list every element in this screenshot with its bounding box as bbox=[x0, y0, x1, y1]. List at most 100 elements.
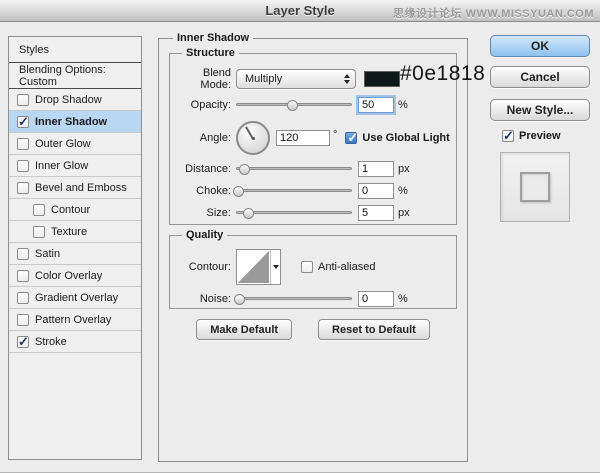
sidebar-item-satin[interactable]: Satin bbox=[9, 243, 141, 265]
blend-mode-label: Blend Mode: bbox=[200, 67, 231, 91]
contour-thumbnail-icon bbox=[238, 251, 270, 283]
noise-input[interactable] bbox=[358, 291, 394, 307]
opacity-row: Opacity: % bbox=[170, 92, 456, 118]
shadow-color-swatch[interactable] bbox=[364, 71, 400, 87]
cancel-button[interactable]: Cancel bbox=[490, 66, 590, 88]
noise-row: Noise: % bbox=[170, 288, 456, 310]
color-overlay-checkbox[interactable] bbox=[17, 269, 29, 282]
sidebar-item-inner-shadow[interactable]: Inner Shadow bbox=[9, 111, 141, 133]
anti-aliased-checkbox[interactable] bbox=[301, 261, 313, 273]
contour-picker[interactable] bbox=[236, 249, 281, 285]
sidebar-item-label: Color Overlay bbox=[35, 269, 103, 282]
outer-glow-checkbox[interactable] bbox=[17, 137, 29, 150]
size-row: Size: px bbox=[170, 202, 456, 224]
contour-checkbox[interactable] bbox=[33, 203, 45, 216]
sidebar-item-label: Pattern Overlay bbox=[35, 313, 112, 326]
choke-label: Choke: bbox=[196, 185, 231, 197]
stepper-arrows-icon bbox=[344, 74, 350, 84]
dialog-body: Styles Blending Options: Custom Drop Sha… bbox=[0, 22, 600, 472]
pattern-overlay-checkbox[interactable] bbox=[17, 313, 29, 326]
sidebar-item-label: Contour bbox=[51, 203, 91, 216]
quality-group-title: Quality bbox=[182, 229, 228, 241]
panel-title: Inner Shadow bbox=[173, 32, 254, 44]
sidebar-item-pattern-overlay[interactable]: Pattern Overlay bbox=[9, 309, 141, 331]
inner-shadow-panel: Inner Shadow Structure Blend Mode: Multi… bbox=[158, 32, 468, 462]
slider-thumb[interactable] bbox=[233, 185, 245, 197]
choke-slider[interactable] bbox=[233, 185, 352, 197]
satin-checkbox[interactable] bbox=[17, 247, 29, 260]
panel-buttons: Make Default Reset to Default bbox=[159, 319, 467, 340]
opacity-label: Opacity: bbox=[190, 99, 231, 111]
sidebar-item-gradient-overlay[interactable]: Gradient Overlay bbox=[9, 287, 141, 309]
slider-thumb[interactable] bbox=[286, 99, 298, 111]
blend-mode-select[interactable]: Multiply bbox=[236, 69, 356, 89]
choke-input[interactable] bbox=[358, 183, 394, 199]
angle-unit: ° bbox=[333, 129, 338, 141]
size-slider[interactable] bbox=[236, 207, 352, 219]
slider-track bbox=[236, 188, 352, 192]
preview-toggle: Preview bbox=[502, 128, 561, 144]
noise-slider[interactable] bbox=[234, 293, 352, 305]
sidebar-item-label: Stroke bbox=[35, 335, 67, 348]
reset-to-default-button[interactable]: Reset to Default bbox=[318, 319, 430, 340]
opacity-unit: % bbox=[398, 99, 408, 111]
inner-shadow-checkbox[interactable] bbox=[17, 114, 29, 130]
distance-row: Distance: px bbox=[170, 158, 456, 180]
style-preview-inner-square bbox=[520, 172, 550, 202]
use-global-light-checkbox[interactable] bbox=[345, 130, 358, 146]
drop-shadow-checkbox[interactable] bbox=[17, 93, 29, 106]
sidebar-item-contour[interactable]: Contour bbox=[9, 199, 141, 221]
choke-unit: % bbox=[398, 185, 408, 197]
sidebar-item-texture[interactable]: Texture bbox=[9, 221, 141, 243]
blend-mode-value: Multiply bbox=[245, 73, 283, 85]
sidebar-header-styles: Styles bbox=[9, 37, 141, 63]
angle-center-dot bbox=[251, 136, 255, 140]
sidebar-item-label: Outer Glow bbox=[35, 137, 91, 150]
sidebar-item-color-overlay[interactable]: Color Overlay bbox=[9, 265, 141, 287]
angle-dial[interactable] bbox=[236, 121, 270, 155]
slider-thumb[interactable] bbox=[242, 207, 254, 219]
distance-input[interactable] bbox=[358, 161, 394, 177]
distance-slider[interactable] bbox=[236, 163, 352, 175]
noise-label: Noise: bbox=[199, 293, 231, 305]
bevel-emboss-checkbox[interactable] bbox=[17, 181, 29, 194]
sidebar-item-blending-options[interactable]: Blending Options: Custom bbox=[9, 63, 141, 89]
slider-thumb[interactable] bbox=[239, 163, 251, 175]
texture-checkbox[interactable] bbox=[33, 225, 45, 238]
sidebar-item-stroke[interactable]: Stroke bbox=[9, 331, 141, 353]
blending-options-label: Blending Options: Custom bbox=[19, 63, 106, 88]
size-label: Size: bbox=[206, 207, 231, 219]
sidebar-item-label: Inner Glow bbox=[35, 159, 89, 172]
distance-unit: px bbox=[398, 163, 410, 175]
contour-label: Contour: bbox=[188, 261, 231, 273]
angle-input[interactable] bbox=[276, 130, 330, 146]
stroke-checkbox[interactable] bbox=[17, 334, 29, 350]
size-input[interactable] bbox=[358, 205, 394, 221]
slider-track bbox=[236, 166, 352, 170]
sidebar-item-label: Bevel and Emboss bbox=[35, 181, 127, 194]
make-default-button[interactable]: Make Default bbox=[196, 319, 293, 340]
contour-row: Contour: Anti-aliased bbox=[170, 246, 456, 288]
style-preview-thumbnail bbox=[500, 152, 570, 222]
slider-thumb[interactable] bbox=[234, 293, 246, 305]
new-style-button[interactable]: New Style... bbox=[490, 99, 590, 121]
sidebar-item-drop-shadow[interactable]: Drop Shadow bbox=[9, 89, 141, 111]
ok-button[interactable]: OK bbox=[490, 35, 590, 57]
styles-sidebar: Styles Blending Options: Custom Drop Sha… bbox=[8, 36, 142, 460]
sidebar-item-bevel-and-emboss[interactable]: Bevel and Emboss bbox=[9, 177, 141, 199]
gradient-overlay-checkbox[interactable] bbox=[17, 291, 29, 304]
preview-checkbox[interactable] bbox=[502, 128, 514, 144]
distance-label: Distance: bbox=[185, 163, 231, 175]
angle-label: Angle: bbox=[199, 132, 231, 144]
color-annotation: #0e1818 bbox=[400, 62, 486, 85]
preview-label: Preview bbox=[519, 130, 561, 142]
inner-glow-checkbox[interactable] bbox=[17, 159, 29, 172]
sidebar-item-outer-glow[interactable]: Outer Glow bbox=[9, 133, 141, 155]
contour-dropdown-arrow-icon[interactable] bbox=[270, 250, 280, 284]
opacity-slider[interactable] bbox=[236, 99, 352, 111]
angle-row: Angle: ° Use Global Light bbox=[170, 118, 456, 158]
sidebar-item-label: Satin bbox=[35, 247, 61, 260]
sidebar-item-label: Inner Shadow bbox=[35, 115, 108, 128]
sidebar-item-inner-glow[interactable]: Inner Glow bbox=[9, 155, 141, 177]
opacity-input[interactable] bbox=[358, 97, 394, 113]
